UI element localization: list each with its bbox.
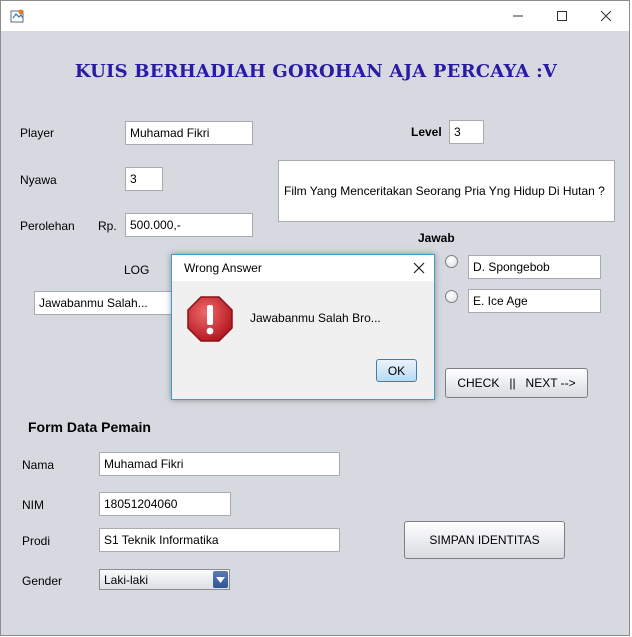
minimize-button[interactable] bbox=[495, 1, 541, 31]
main-window: KUIS BERHADIAH GOROHAN AJA PERCAYA :V Pl… bbox=[0, 0, 630, 636]
option-d-radio[interactable] bbox=[445, 255, 458, 268]
lives-label: Nyawa bbox=[20, 173, 57, 187]
save-identity-button[interactable]: SIMPAN IDENTITAS bbox=[404, 521, 565, 559]
option-d-field[interactable]: D. Spongebob bbox=[468, 255, 601, 279]
log-field[interactable]: Jawabanmu Salah... bbox=[34, 291, 174, 315]
lives-field[interactable]: 3 bbox=[125, 167, 163, 191]
earnings-label: Perolehan bbox=[20, 219, 75, 233]
name-label: Nama bbox=[22, 458, 55, 472]
answer-label: Jawab bbox=[418, 231, 455, 245]
level-field[interactable]: 3 bbox=[449, 120, 484, 144]
nim-label: NIM bbox=[22, 498, 44, 512]
ok-button[interactable]: OK bbox=[376, 359, 417, 382]
dialog-title-bar: Wrong Answer bbox=[172, 255, 434, 281]
prodi-label: Prodi bbox=[22, 534, 51, 548]
maximize-button[interactable] bbox=[539, 1, 585, 31]
page-title: KUIS BERHADIAH GOROHAN AJA PERCAYA :V bbox=[74, 61, 558, 82]
name-field[interactable]: Muhamad Fikri bbox=[99, 452, 340, 476]
gender-value: Laki-laki bbox=[104, 572, 149, 587]
chevron-down-icon[interactable] bbox=[213, 571, 228, 588]
title-bar bbox=[1, 1, 629, 31]
dialog-close-icon[interactable] bbox=[412, 261, 426, 275]
earnings-field[interactable]: 500.000,- bbox=[125, 213, 253, 237]
java-app-icon bbox=[10, 8, 26, 24]
currency-label: Rp. bbox=[98, 219, 117, 233]
maximize-icon bbox=[557, 11, 567, 21]
nim-field[interactable]: 18051204060 bbox=[99, 492, 231, 516]
gender-label: Gender bbox=[22, 574, 63, 588]
check-next-button[interactable]: CHECK || NEXT --> bbox=[445, 368, 588, 398]
dialog-title: Wrong Answer bbox=[184, 261, 262, 275]
player-field[interactable]: Muhamad Fikri bbox=[125, 121, 253, 145]
minimize-icon bbox=[513, 15, 523, 17]
dialog-message: Jawabanmu Salah Bro... bbox=[250, 311, 381, 325]
prodi-field[interactable]: S1 Teknik Informatika bbox=[99, 528, 340, 552]
option-e-field[interactable]: E. Ice Age bbox=[468, 289, 601, 313]
player-label: Player bbox=[20, 126, 55, 140]
gender-select[interactable]: Laki-laki bbox=[99, 569, 230, 590]
close-button[interactable] bbox=[583, 1, 629, 31]
form-title: Form Data Pemain bbox=[28, 419, 151, 435]
wrong-answer-dialog: Wrong Answer Jawabanmu Salah Bro... OK bbox=[171, 254, 435, 400]
error-stop-icon bbox=[186, 295, 234, 343]
log-label: LOG bbox=[124, 263, 150, 277]
level-label: Level bbox=[411, 125, 442, 139]
close-icon bbox=[600, 10, 612, 22]
question-field[interactable]: Film Yang Menceritakan Seorang Pria Yng … bbox=[278, 160, 615, 222]
option-e-radio[interactable] bbox=[445, 290, 458, 303]
